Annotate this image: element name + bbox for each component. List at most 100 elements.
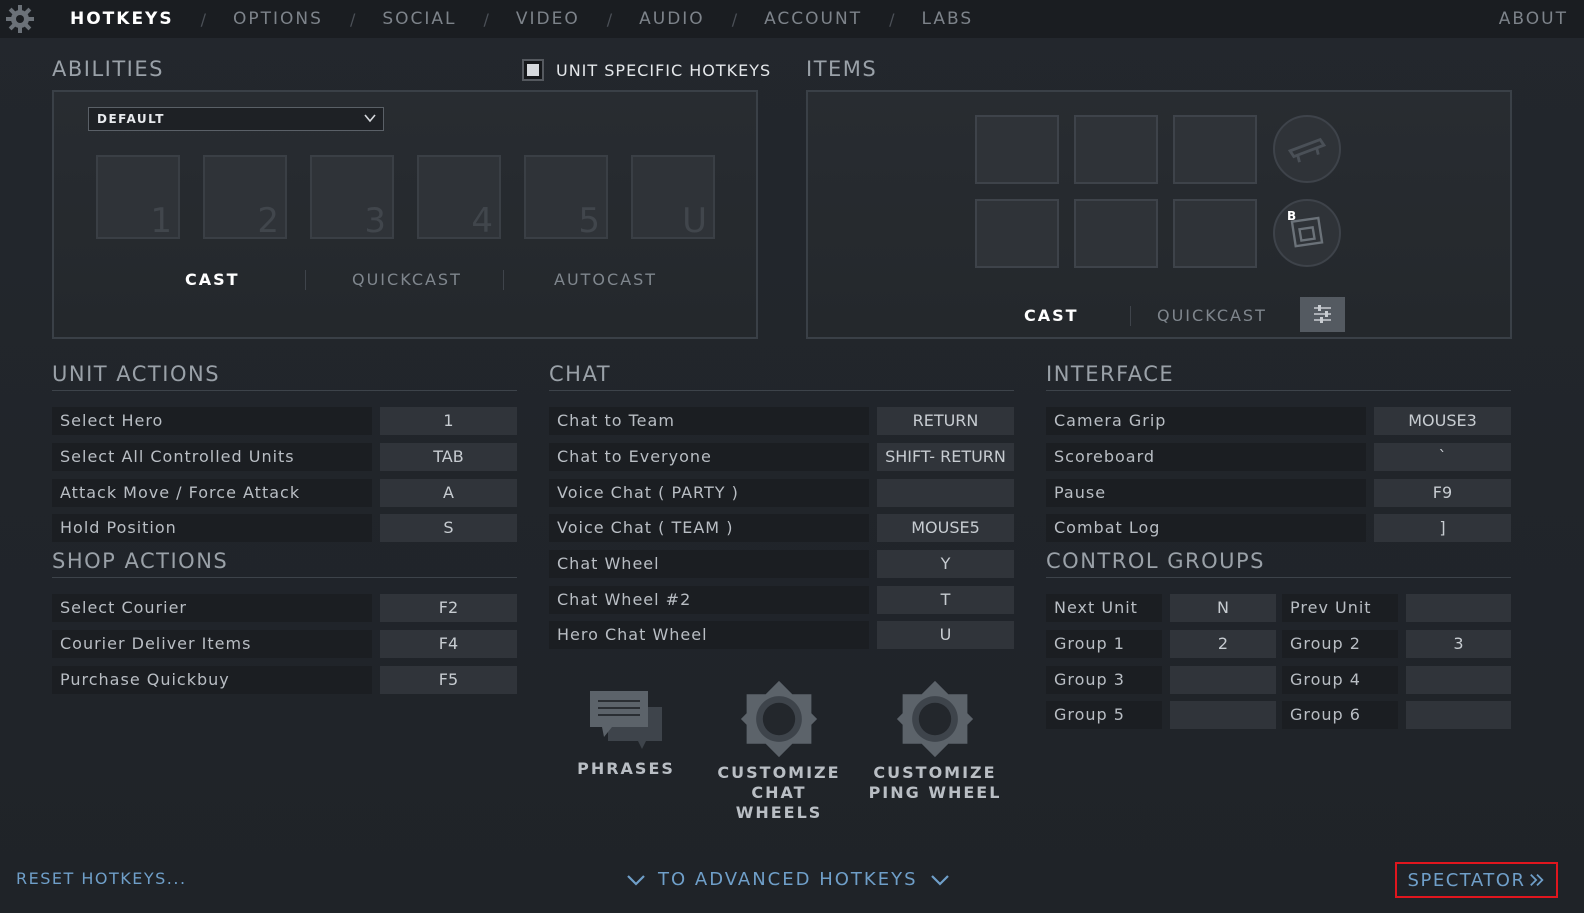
hotkey-binding[interactable]: F2 [380,594,517,622]
phrases-label: PHRASES [577,759,675,778]
about-link[interactable]: ABOUT [1499,9,1568,29]
item-slot-1[interactable] [975,115,1059,184]
hotkey-label: Prev Unit [1282,594,1398,622]
hotkey-binding[interactable]: MOUSE3 [1374,407,1511,435]
checkbox-check [527,64,539,76]
abilities-title: ABILITIES [52,57,164,81]
unit-specific-hotkeys-toggle[interactable]: UNIT SPECIFIC HOTKEYS [522,59,771,81]
customize-chat-wheels-button[interactable]: CUSTOMIZE CHAT WHEELS [709,679,849,823]
item-slot-6[interactable] [1173,199,1257,268]
nav-tabs: HOTKEYS / OPTIONS / SOCIAL / VIDEO / AUD… [70,0,973,38]
phrases-button[interactable]: PHRASES [566,685,686,779]
hotkey-label: Purchase Quickbuy [52,666,372,694]
advanced-hotkeys-link[interactable]: TO ADVANCED HOTKEYS [626,869,950,890]
hotkey-label: Select Courier [52,594,372,622]
ability-slot-4[interactable]: 4 [417,155,501,241]
spectator-button[interactable]: SPECTATOR [1395,862,1558,898]
hotkey-binding[interactable]: RETURN [877,407,1014,435]
hotkey-label: Chat Wheel [549,550,869,578]
ability-slot-key: 4 [471,201,493,241]
chevron-down-icon [627,874,645,886]
section-divider [1046,577,1511,578]
items-mode-cast[interactable]: CAST [1024,306,1079,325]
hotkey-binding[interactable]: S [380,514,517,542]
hotkey-label: Courier Deliver Items [52,630,372,658]
unit-specific-checkbox[interactable] [522,59,544,81]
hotkey-label: Chat to Everyone [549,443,869,471]
reset-hotkeys-link[interactable]: RESET HOTKEYS... [16,869,187,888]
hotkey-label: Attack Move / Force Attack [52,479,372,507]
hotkey-binding[interactable] [1406,701,1511,729]
hero-dropdown[interactable]: DEFAULT [88,107,384,131]
hotkey-binding[interactable]: A [380,479,517,507]
neutral-item-slot[interactable] [1273,115,1341,183]
teleport-scroll-slot[interactable]: B [1273,199,1341,267]
hotkey-binding[interactable]: TAB [380,443,517,471]
section-divider [1046,390,1511,391]
ability-slot-5[interactable]: 5 [524,155,608,241]
hotkey-binding[interactable] [1170,701,1276,729]
hotkey-binding[interactable] [1406,594,1511,622]
ability-slot-1[interactable]: 1 [96,155,180,241]
ability-slot-ultimate[interactable]: U [631,155,715,241]
hotkey-label: Chat to Team [549,407,869,435]
hotkey-label: Select All Controlled Units [52,443,372,471]
items-panel [806,90,1512,339]
double-chevron-right-icon [1530,874,1545,886]
customize-ping-wheel-button[interactable]: CUSTOMIZE PING WHEEL [865,679,1005,803]
hotkey-binding[interactable]: 1 [380,407,517,435]
tab-hotkeys[interactable]: HOTKEYS [70,9,174,29]
chat-title: CHAT [549,362,612,386]
hotkey-label: Select Hero [52,407,372,435]
tab-labs[interactable]: LABS [921,9,973,29]
item-slot-4[interactable] [975,199,1059,268]
nav-separator: / [889,9,895,29]
ping-wheel-label-1: CUSTOMIZE [873,763,997,782]
section-divider [52,577,517,578]
unit-actions-title: UNIT ACTIONS [52,362,221,386]
ability-slot-3[interactable]: 3 [310,155,394,241]
hotkey-binding[interactable]: U [877,621,1014,649]
hotkey-label: Voice Chat ( TEAM ) [549,514,869,542]
ability-slot-2[interactable]: 2 [203,155,287,241]
hotkey-binding[interactable]: F4 [380,630,517,658]
hotkey-binding[interactable]: MOUSE5 [877,514,1014,542]
hotkey-binding[interactable]: Y [877,550,1014,578]
hotkey-binding[interactable]: F9 [1374,479,1511,507]
hotkey-binding[interactable]: 2 [1170,630,1276,658]
hotkey-binding[interactable]: F5 [380,666,517,694]
item-slot-5[interactable] [1074,199,1158,268]
hotkey-binding[interactable] [877,479,1014,507]
hotkey-binding[interactable]: N [1170,594,1276,622]
abilities-mode-cast[interactable]: CAST [185,270,240,289]
nav-separator: / [483,9,489,29]
abilities-mode-autocast[interactable]: AUTOCAST [554,270,657,289]
tab-video[interactable]: VIDEO [516,9,580,29]
tab-options[interactable]: OPTIONS [233,9,323,29]
hotkey-binding[interactable]: ] [1374,514,1511,542]
hotkey-binding[interactable]: SHIFT- RETURN [877,443,1014,471]
ability-slot-key: 2 [257,201,279,241]
items-mode-quickcast[interactable]: QUICKCAST [1157,306,1267,325]
hotkey-label: Group 4 [1282,666,1398,694]
hotkey-binding[interactable]: T [877,586,1014,614]
tab-social[interactable]: SOCIAL [382,9,456,29]
tab-account[interactable]: ACCOUNT [764,9,862,29]
item-slot-2[interactable] [1074,115,1158,184]
speech-bubbles-icon [590,691,662,749]
chevron-down-icon [364,114,376,123]
hotkey-binding[interactable]: 3 [1406,630,1511,658]
hotkey-label: Group 1 [1046,630,1162,658]
ability-slot-key: 3 [364,201,386,241]
tab-audio[interactable]: AUDIO [639,9,705,29]
hotkey-label: Hero Chat Wheel [549,621,869,649]
item-settings-button[interactable] [1300,297,1345,332]
hotkey-binding[interactable] [1406,666,1511,694]
item-slot-3[interactable] [1173,115,1257,184]
abilities-mode-quickcast[interactable]: QUICKCAST [352,270,462,289]
spectator-label: SPECTATOR [1407,869,1526,891]
hotkey-binding[interactable] [1170,666,1276,694]
gear-icon[interactable] [4,3,36,35]
hotkey-binding[interactable]: ` [1374,443,1511,471]
hotkey-label: Chat Wheel #2 [549,586,869,614]
